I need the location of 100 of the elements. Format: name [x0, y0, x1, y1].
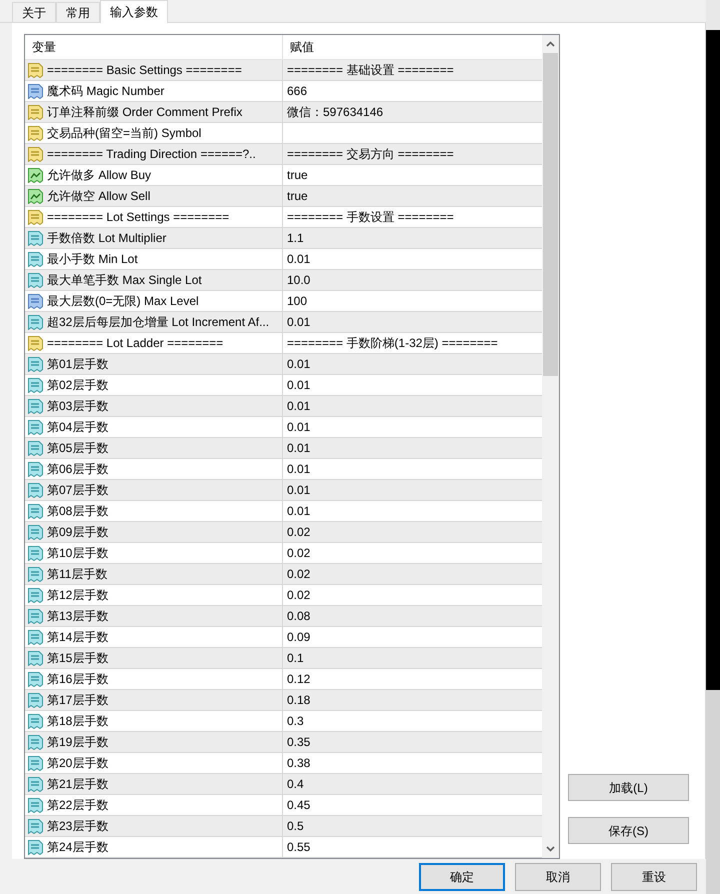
document-icon: [28, 482, 43, 498]
parameter-name: 第13层手数: [47, 608, 108, 625]
parameter-value[interactable]: ======== 交易方向 ========: [287, 145, 454, 163]
parameter-value[interactable]: 0.35: [287, 733, 310, 751]
parameter-value[interactable]: 0.02: [287, 586, 310, 604]
document-icon: [28, 504, 43, 518]
parameter-value[interactable]: 0.12: [287, 670, 310, 688]
parameter-name: 手数倍数 Lot Multiplier: [47, 230, 166, 247]
scroll-up-icon[interactable]: [546, 41, 555, 47]
scrollbar-thumb[interactable]: [543, 53, 558, 376]
parameter-value[interactable]: ======== 基础设置 ========: [287, 61, 454, 79]
parameter-value[interactable]: 0.09: [287, 628, 310, 646]
side-button[interactable]: 保存(S): [568, 817, 689, 844]
document-icon: [28, 230, 43, 246]
document-icon: [28, 84, 43, 98]
document-icon: [28, 756, 43, 770]
parameter-value[interactable]: 0.1: [287, 649, 304, 667]
parameter-name: 允许做多 Allow Buy: [47, 167, 152, 184]
document-icon: [28, 524, 43, 540]
document-icon: [28, 210, 43, 224]
parameter-name: ======== Lot Ladder ========: [47, 335, 224, 352]
parameter-value[interactable]: 0.01: [287, 313, 310, 331]
parameter-name: 第10层手数: [47, 545, 108, 562]
parameter-name: 最大层数(0=无限) Max Level: [47, 293, 199, 310]
parameter-name: 交易品种(留空=当前) Symbol: [47, 125, 202, 142]
parameter-value[interactable]: 0.01: [287, 481, 310, 499]
parameter-name: 第21层手数: [47, 776, 108, 793]
parameter-value[interactable]: true: [287, 187, 308, 205]
document-icon: [28, 818, 43, 834]
document-icon: [28, 62, 43, 78]
document-icon: [28, 294, 43, 308]
document-icon: [28, 714, 43, 728]
parameter-value[interactable]: 0.02: [287, 544, 310, 562]
parameter-name: 第22层手数: [47, 797, 108, 814]
document-icon: [28, 734, 43, 750]
parameter-name: 魔术码 Magic Number: [47, 83, 164, 100]
parameter-name: 最大单笔手数 Max Single Lot: [47, 272, 202, 289]
parameter-value[interactable]: 0.3: [287, 712, 304, 730]
parameter-name: 第19层手数: [47, 734, 108, 751]
parameter-value[interactable]: 666: [287, 82, 308, 100]
document-icon: [28, 546, 43, 560]
parameter-value[interactable]: 0.01: [287, 460, 310, 478]
dialog-button[interactable]: 取消: [515, 862, 601, 890]
parameter-name: 第18层手数: [47, 713, 108, 730]
parameter-value[interactable]: 0.55: [287, 838, 310, 856]
document-icon: [28, 630, 43, 644]
parameter-value[interactable]: 0.18: [287, 691, 310, 709]
parameter-name: 第12层手数: [47, 587, 108, 604]
document-icon: [28, 588, 43, 602]
side-button[interactable]: 加载(L): [568, 774, 689, 801]
parameter-value[interactable]: 0.4: [287, 775, 304, 793]
parameter-value[interactable]: 10.0: [287, 271, 310, 289]
document-icon: [28, 608, 43, 624]
scrollbar[interactable]: [542, 35, 559, 858]
parameter-name: ======== Trading Direction ======?..: [47, 146, 256, 163]
document-icon: [28, 378, 43, 392]
parameter-name: 第24层手数: [47, 839, 108, 856]
parameter-name: 第09层手数: [47, 524, 108, 541]
parameter-value[interactable]: 1.1: [287, 229, 304, 247]
parameter-value[interactable]: ======== 手数阶梯(1-32层) ========: [287, 334, 498, 352]
parameter-value[interactable]: 100: [287, 292, 308, 310]
parameter-value[interactable]: 微信：597634146: [287, 103, 384, 121]
column-header[interactable]: 变量: [25, 35, 283, 59]
tab[interactable]: 关于: [12, 2, 56, 22]
parameter-name: 第15层手数: [47, 650, 108, 667]
column-header[interactable]: 赋值: [283, 35, 542, 59]
parameter-value[interactable]: 0.01: [287, 502, 310, 520]
parameter-value[interactable]: 0.38: [287, 754, 310, 772]
dialog-button[interactable]: 确定: [419, 862, 505, 890]
parameter-value[interactable]: true: [287, 166, 308, 184]
parameter-value[interactable]: 0.08: [287, 607, 310, 625]
parameter-value[interactable]: 0.01: [287, 418, 310, 436]
parameter-name: 第01层手数: [47, 356, 108, 373]
parameter-name: 第14层手数: [47, 629, 108, 646]
tab[interactable]: 输入参数: [100, 0, 168, 23]
tab[interactable]: 常用: [56, 2, 100, 22]
dialog-button[interactable]: 重设: [611, 862, 697, 890]
parameter-value[interactable]: 0.45: [287, 796, 310, 814]
parameter-name: 第03层手数: [47, 398, 108, 415]
parameter-name: 订单注释前缀 Order Comment Prefix: [47, 104, 242, 121]
scroll-down-icon[interactable]: [546, 846, 555, 852]
document-icon: [28, 126, 43, 140]
document-icon: [28, 398, 43, 414]
parameter-name: 第05层手数: [47, 440, 108, 457]
parameter-value[interactable]: 0.01: [287, 439, 310, 457]
parameter-value[interactable]: 0.01: [287, 397, 310, 415]
parameter-name: 第20层手数: [47, 755, 108, 772]
parameter-value[interactable]: 0.01: [287, 376, 310, 394]
document-icon: [28, 314, 43, 330]
chart-icon: [28, 168, 43, 182]
document-icon: [28, 420, 43, 434]
parameter-value[interactable]: 0.01: [287, 355, 310, 373]
document-icon: [28, 252, 43, 266]
parameter-name: 超32层后每层加仓增量 Lot Increment Af...: [47, 314, 270, 331]
parameter-value[interactable]: 0.01: [287, 250, 310, 268]
parameter-name: 允许做空 Allow Sell: [47, 188, 150, 205]
parameter-value[interactable]: 0.5: [287, 817, 304, 835]
parameter-value[interactable]: 0.02: [287, 565, 310, 583]
parameter-value[interactable]: ======== 手数设置 ========: [287, 208, 454, 226]
parameter-value[interactable]: 0.02: [287, 523, 310, 541]
